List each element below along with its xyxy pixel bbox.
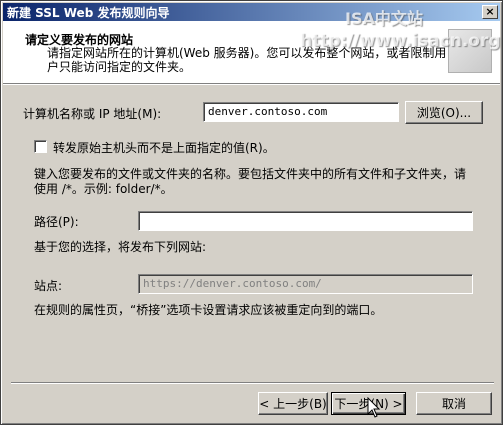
- path-label: 路径(P):: [34, 215, 79, 229]
- title-bar[interactable]: 新建 SSL Web 发布规则向导 ×: [3, 3, 500, 21]
- wizard-window: 新建 SSL Web 发布规则向导 × 请定义要发布的网站 请指定网站所在的计算…: [0, 0, 503, 425]
- computer-name-input[interactable]: denver.contoso.com: [203, 102, 399, 122]
- site-field: https://denver.contoso.com/: [138, 274, 473, 294]
- back-button-label: < 上一步(B): [259, 397, 327, 411]
- close-button[interactable]: ×: [482, 5, 498, 19]
- header-divider: [3, 83, 500, 85]
- cancel-button[interactable]: 取消: [416, 392, 492, 415]
- computer-name-label: 计算机名称或 IP 地址(M):: [23, 107, 162, 121]
- header-description: 请指定网站所在的计算机(Web 服务器)。您可以发布整个网站，或者限制用户只能访…: [47, 46, 447, 74]
- forward-host-header-label: 转发原始主机头而不是上面指定的值(R)。: [53, 141, 275, 155]
- wizard-graphic-icon: [448, 29, 492, 73]
- browse-button-label: 浏览(O)...: [416, 106, 472, 120]
- mouse-cursor-icon: [367, 397, 381, 418]
- path-input[interactable]: [138, 211, 473, 231]
- site-label: 站点:: [34, 279, 63, 293]
- back-button[interactable]: < 上一步(B): [258, 392, 328, 415]
- forward-host-header-checkbox[interactable]: [34, 140, 47, 153]
- bridge-note-text: 在规则的属性页，“桥接”选项卡设置请求应该被重定向到的端口。: [34, 303, 383, 317]
- publish-note-text: 基于您的选择，将发布下列网站:: [34, 240, 207, 254]
- window-title: 新建 SSL Web 发布规则向导: [7, 5, 170, 20]
- browse-button[interactable]: 浏览(O)...: [405, 101, 483, 124]
- cancel-button-label: 取消: [441, 397, 466, 411]
- footer-divider: [11, 382, 494, 384]
- path-instruction-text: 键入您要发布的文件或文件夹的名称。要包括文件夹中的所有文件和子文件夹，请使用 /…: [34, 167, 467, 196]
- wizard-header: 请定义要发布的网站 请指定网站所在的计算机(Web 服务器)。您可以发布整个网站…: [3, 21, 500, 83]
- close-icon: ×: [485, 5, 495, 18]
